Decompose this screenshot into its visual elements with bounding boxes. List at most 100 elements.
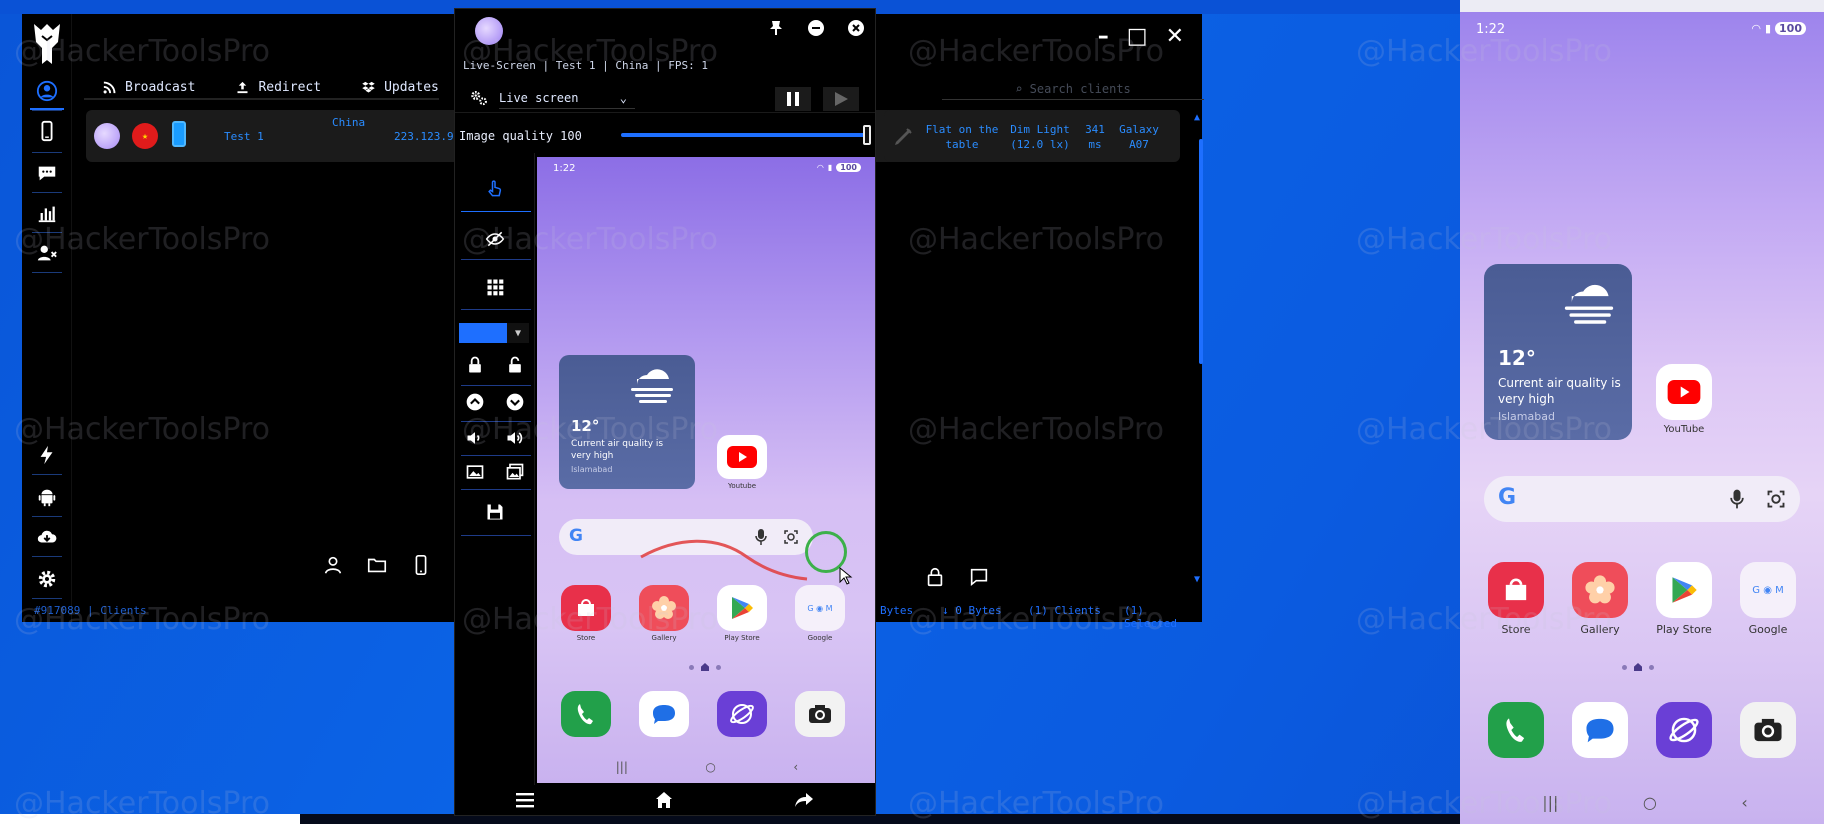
color-picker[interactable]: ▼ xyxy=(459,323,529,343)
home-icon[interactable]: ○ xyxy=(705,760,715,774)
google-g-icon: G xyxy=(1498,485,1517,510)
settings-gear-icon[interactable] xyxy=(34,566,60,592)
maximize-button[interactable]: □ xyxy=(1127,26,1148,48)
sidebar-divider xyxy=(32,272,62,273)
app-youtube-small[interactable]: Youtube xyxy=(717,435,767,490)
lock-icon[interactable] xyxy=(924,566,946,588)
share-forward-icon[interactable] xyxy=(794,792,814,808)
live-client-avatar xyxy=(475,17,503,45)
android-icon[interactable] xyxy=(34,484,60,510)
scroll-down-tool[interactable] xyxy=(497,387,533,417)
live-phone-screen[interactable]: 1:22 ◠ ▮ 100 12° Current air quality is ve… xyxy=(537,157,875,783)
signal-icon: ▮ xyxy=(1764,22,1772,35)
scrollbar-thumb[interactable] xyxy=(1199,139,1203,364)
tab-redirect[interactable]: Redirect xyxy=(217,76,344,100)
app-label: Store xyxy=(1501,623,1531,636)
user-remove-icon[interactable] xyxy=(34,240,60,266)
scroll-up-tool[interactable] xyxy=(457,387,493,417)
lens-icon xyxy=(1767,490,1785,508)
person-icon[interactable] xyxy=(322,554,344,576)
gears-icon[interactable] xyxy=(469,89,489,107)
phone-outline-icon[interactable] xyxy=(410,554,432,576)
app-messages-small[interactable] xyxy=(639,691,689,737)
close-live-button[interactable] xyxy=(847,19,865,37)
hide-screen-tool[interactable] xyxy=(475,225,515,253)
volume-down-tool[interactable] xyxy=(457,423,493,453)
wifi-icon: ◠ xyxy=(816,163,824,172)
minimize-live-button[interactable] xyxy=(807,19,825,37)
minimize-button[interactable]: – xyxy=(1098,26,1109,48)
unlock-icon xyxy=(509,356,521,373)
app-internet-small[interactable] xyxy=(717,691,767,737)
app-phone[interactable] xyxy=(1486,702,1546,758)
home-icon[interactable]: ○ xyxy=(1643,793,1657,812)
app-internet[interactable] xyxy=(1654,702,1714,758)
back-icon[interactable]: ‹ xyxy=(1741,793,1747,812)
app-playstore[interactable]: Play Store xyxy=(1654,562,1714,636)
app-camera-small[interactable] xyxy=(795,691,845,737)
lock-screen-tool[interactable] xyxy=(457,351,493,379)
lightning-icon[interactable] xyxy=(34,442,60,468)
touch-tool[interactable] xyxy=(475,175,515,203)
google-search-bar[interactable]: G xyxy=(1484,476,1800,522)
youtube-icon xyxy=(717,435,767,479)
app-messages[interactable] xyxy=(1570,702,1630,758)
live-mode-select[interactable]: Live screen ⌄ xyxy=(499,87,635,109)
screenshot-tool[interactable] xyxy=(497,457,533,487)
save-tool[interactable] xyxy=(475,497,515,527)
app-gallery-small[interactable]: Gallery xyxy=(639,585,689,642)
wallpaper-tool[interactable] xyxy=(457,457,493,487)
client-sensor-row: Flat on the table Dim Light (12.0 lx) 34… xyxy=(884,110,1180,162)
home-icon[interactable] xyxy=(655,791,673,809)
tab-broadcast[interactable]: Broadcast xyxy=(84,76,218,100)
sidebar-divider xyxy=(32,516,62,517)
app-gallery[interactable]: Gallery xyxy=(1570,562,1630,636)
pin-button[interactable] xyxy=(767,19,785,37)
image-quality-slider[interactable] xyxy=(621,133,869,137)
recent-apps-icon[interactable]: ||| xyxy=(616,760,628,774)
user-icon[interactable] xyxy=(30,78,64,110)
back-icon[interactable]: ‹ xyxy=(793,760,798,774)
search-icon: ⌕ xyxy=(1015,82,1030,96)
sidebar-divider xyxy=(32,152,62,153)
youtube-icon xyxy=(1656,364,1712,420)
app-store-small[interactable]: Store xyxy=(561,585,611,642)
search-clients-input[interactable]: ⌕ Search clients xyxy=(942,78,1204,100)
app-playstore-small[interactable]: Play Store xyxy=(717,585,767,642)
pause-button[interactable] xyxy=(775,87,811,111)
phone-time: 1:22 xyxy=(553,163,576,174)
chat-icon[interactable] xyxy=(34,160,60,186)
tab-updates[interactable]: Updates xyxy=(343,76,439,100)
folder-icon[interactable] xyxy=(366,554,388,576)
page-indicator xyxy=(1622,663,1654,671)
scroll-down-arrow[interactable]: ▼ xyxy=(1194,574,1200,585)
app-store[interactable]: Store xyxy=(1486,562,1546,636)
chart-icon[interactable] xyxy=(34,200,60,226)
close-button[interactable]: ✕ xyxy=(1166,26,1184,48)
live-info-text: Live-Screen | Test 1 | China | FPS: 1 xyxy=(463,59,709,72)
app-phone-small[interactable] xyxy=(561,691,611,737)
scroll-up-arrow[interactable]: ▲ xyxy=(1194,112,1200,123)
cloud-download-icon[interactable] xyxy=(34,524,60,550)
app-camera[interactable] xyxy=(1738,702,1798,758)
weather-widget[interactable]: 12° Current air quality is very high Isl… xyxy=(1484,264,1632,440)
app-youtube[interactable]: YouTube xyxy=(1656,364,1712,435)
phone-mirror-panel[interactable]: 1:22 ◠ ▮ 100 12° Current air quality is ve… xyxy=(1460,0,1824,824)
unlock-screen-tool[interactable] xyxy=(497,351,533,379)
weather-widget[interactable]: 12° Current air quality is very high Isl… xyxy=(559,355,695,489)
play-button[interactable] xyxy=(823,87,859,111)
recent-apps-icon[interactable]: ||| xyxy=(1542,793,1558,812)
app-google-small[interactable]: G ◉ M Google xyxy=(795,585,845,642)
app-label: YouTube xyxy=(1663,424,1705,435)
google-folder-icon: G ◉ M xyxy=(795,585,845,631)
store-icon xyxy=(1488,562,1544,618)
close-circle-icon xyxy=(848,20,864,36)
mobile-icon[interactable] xyxy=(34,118,60,144)
menu-icon[interactable] xyxy=(515,792,534,808)
apps-grid-tool[interactable] xyxy=(475,273,515,301)
app-google[interactable]: G ◉ M Google xyxy=(1738,562,1798,636)
volume-up-tool[interactable] xyxy=(497,423,533,453)
image-quality-slider-thumb[interactable] xyxy=(863,125,871,145)
message-icon[interactable] xyxy=(968,566,990,588)
main-bottom-toolbar xyxy=(322,554,432,576)
